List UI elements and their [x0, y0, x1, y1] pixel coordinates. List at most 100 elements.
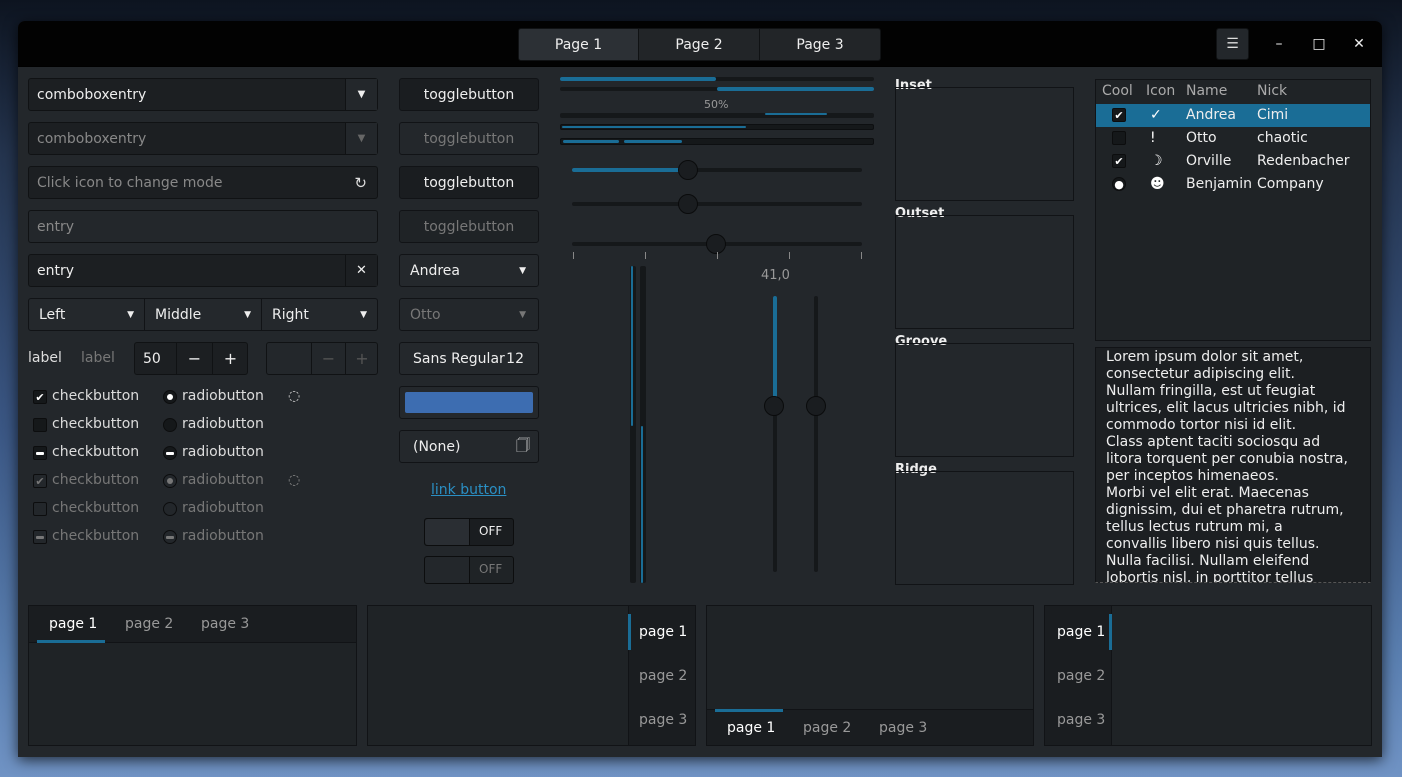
- radiobutton-label: radiobutton: [182, 388, 264, 404]
- hscale-1-knob[interactable]: [678, 160, 698, 180]
- file-chooser-button[interactable]: (None) 🗍: [399, 430, 539, 463]
- hscale-2-knob[interactable]: [678, 194, 698, 214]
- menu-icon[interactable]: ☰: [1216, 28, 1249, 60]
- close-icon[interactable]: ✕: [1348, 33, 1370, 55]
- maximize-icon[interactable]: □: [1308, 33, 1330, 55]
- link-button[interactable]: link button: [431, 482, 506, 498]
- tree-row[interactable]: ✔ ✓ Andrea Cimi: [1096, 104, 1370, 127]
- radio-selected[interactable]: [163, 390, 177, 404]
- combo-andrea[interactable]: Andrea ▼: [399, 254, 539, 287]
- checkbox-checked[interactable]: ✔: [33, 390, 47, 404]
- switch-off[interactable]: OFF: [424, 518, 514, 546]
- checkbutton-label-disabled: checkbutton: [52, 528, 140, 544]
- minimize-icon[interactable]: –: [1268, 33, 1290, 55]
- combo-otto-label: Otto: [410, 306, 441, 323]
- notebook-bottom-tab-1[interactable]: page 1: [727, 720, 775, 736]
- hscale-1[interactable]: [572, 168, 862, 172]
- dropdown-left[interactable]: Left ▼: [28, 298, 145, 331]
- entry-disabled-text: entry: [37, 218, 75, 235]
- stack-tab-page-3[interactable]: Page 3: [760, 28, 881, 61]
- dropdown-right[interactable]: Right ▼: [262, 298, 378, 331]
- frame-outset: [895, 215, 1074, 329]
- combobox-entry-disabled: comboboxentry ▼: [28, 122, 378, 155]
- notebook-left-tab-indicator: [1109, 614, 1112, 650]
- tree-row-nick: Redenbacher: [1257, 153, 1350, 169]
- text-view[interactable]: Lorem ipsum dolor sit amet, consectetur …: [1095, 347, 1371, 583]
- vscale-3-knob[interactable]: [764, 396, 784, 416]
- spin-minus[interactable]: −: [176, 343, 212, 374]
- column-header-name[interactable]: Name: [1186, 83, 1227, 99]
- tree-row-nick: Cimi: [1257, 107, 1289, 123]
- tree-row-checkbox[interactable]: ✔: [1112, 154, 1126, 168]
- vscale-1[interactable]: [630, 266, 636, 583]
- stack-tab-page-1[interactable]: Page 1: [518, 28, 639, 61]
- vscale-2[interactable]: [640, 266, 646, 583]
- toggle-button-disabled-2: togglebutton: [399, 210, 539, 243]
- column-header-cool[interactable]: Cool: [1102, 83, 1133, 99]
- mode-entry[interactable]: Click icon to change mode ↻: [28, 166, 378, 199]
- spinner-icon: ◌: [288, 388, 301, 404]
- progress-bar-4: [560, 124, 874, 130]
- color-swatch: [405, 392, 533, 413]
- checkbutton-label-disabled: checkbutton: [52, 500, 140, 516]
- notebook-bottom-tab-2[interactable]: page 2: [803, 720, 851, 736]
- radio-unselected[interactable]: [163, 418, 177, 432]
- spin-plus[interactable]: +: [212, 343, 248, 374]
- vscale-3[interactable]: [773, 296, 777, 572]
- dropdown-middle[interactable]: Middle ▼: [145, 298, 262, 331]
- switch-knob-disabled: [425, 557, 470, 583]
- scale-tick-mark: [789, 252, 790, 259]
- entry-text: entry: [37, 262, 75, 279]
- tree-row-radio[interactable]: ●: [1112, 177, 1126, 191]
- color-button[interactable]: [399, 386, 539, 419]
- notebook-right-tab-1[interactable]: page 1: [639, 624, 687, 640]
- notebook-right-tab-indicator: [628, 614, 631, 650]
- tree-row-checkbox[interactable]: [1112, 131, 1126, 145]
- notebook-left-tab-3[interactable]: page 3: [1057, 712, 1105, 728]
- toggle-button[interactable]: togglebutton: [399, 166, 539, 199]
- tree-row[interactable]: ● ☻ Benjamin Company: [1096, 173, 1370, 196]
- tree-row-nick: Company: [1257, 176, 1324, 192]
- combo-otto-disabled: Otto ▼: [399, 298, 539, 331]
- switch-state-disabled: OFF: [479, 562, 503, 576]
- combobox-entry-disabled-text: comboboxentry: [37, 130, 147, 147]
- notebook-left-tab-2[interactable]: page 2: [1057, 668, 1105, 684]
- scale-tick-mark: [573, 252, 574, 259]
- checkbox-unchecked[interactable]: [33, 418, 47, 432]
- tree-row-checkbox[interactable]: ✔: [1112, 108, 1126, 122]
- checkbox-inconsistent[interactable]: [33, 446, 47, 460]
- toggle-button-active[interactable]: togglebutton: [399, 78, 539, 111]
- combobox-entry[interactable]: comboboxentry ▼: [28, 78, 378, 111]
- moon-icon: ☽: [1150, 153, 1163, 169]
- spin-button[interactable]: 50 − +: [134, 342, 248, 375]
- clear-icon[interactable]: ✕: [345, 255, 377, 286]
- tree-row[interactable]: ✔ ☽ Orville Redenbacher: [1096, 150, 1370, 173]
- stack-tab-page-2[interactable]: Page 2: [639, 28, 760, 61]
- radio-inconsistent-disabled: [163, 530, 177, 544]
- scale-tick-mark: [717, 252, 718, 259]
- notebook-top-tab-3[interactable]: page 3: [201, 616, 249, 632]
- progress-bar-2: [560, 87, 874, 91]
- refresh-icon[interactable]: ↻: [354, 174, 367, 192]
- notebook-right-tab-2[interactable]: page 2: [639, 668, 687, 684]
- vscale-4[interactable]: [814, 296, 818, 572]
- radio-inconsistent[interactable]: [163, 446, 177, 460]
- font-button[interactable]: Sans Regular 12: [399, 342, 539, 375]
- notebook-top-tab-1[interactable]: page 1: [49, 616, 97, 632]
- notebook-bottom-tab-3[interactable]: page 3: [879, 720, 927, 736]
- hscale-2[interactable]: [572, 202, 862, 206]
- column-header-icon[interactable]: Icon: [1146, 83, 1175, 99]
- notebook-bottom: page 1 page 2 page 3: [706, 605, 1034, 746]
- notebook-top-tab-2[interactable]: page 2: [125, 616, 173, 632]
- tree-row[interactable]: ! Otto chaotic: [1096, 127, 1370, 150]
- chevron-down-icon[interactable]: ▼: [345, 79, 377, 110]
- vscale-4-knob[interactable]: [806, 396, 826, 416]
- chevron-down-icon: ▼: [127, 309, 134, 320]
- entry-with-clear[interactable]: entry ✕: [28, 254, 378, 287]
- notebook-left-tab-1[interactable]: page 1: [1057, 624, 1105, 640]
- dropdown-right-label: Right: [272, 306, 309, 323]
- notebook-right: page 1 page 2 page 3: [367, 605, 696, 746]
- column-header-nick[interactable]: Nick: [1257, 83, 1287, 99]
- hscale-3-knob[interactable]: [706, 234, 726, 254]
- notebook-right-tab-3[interactable]: page 3: [639, 712, 687, 728]
